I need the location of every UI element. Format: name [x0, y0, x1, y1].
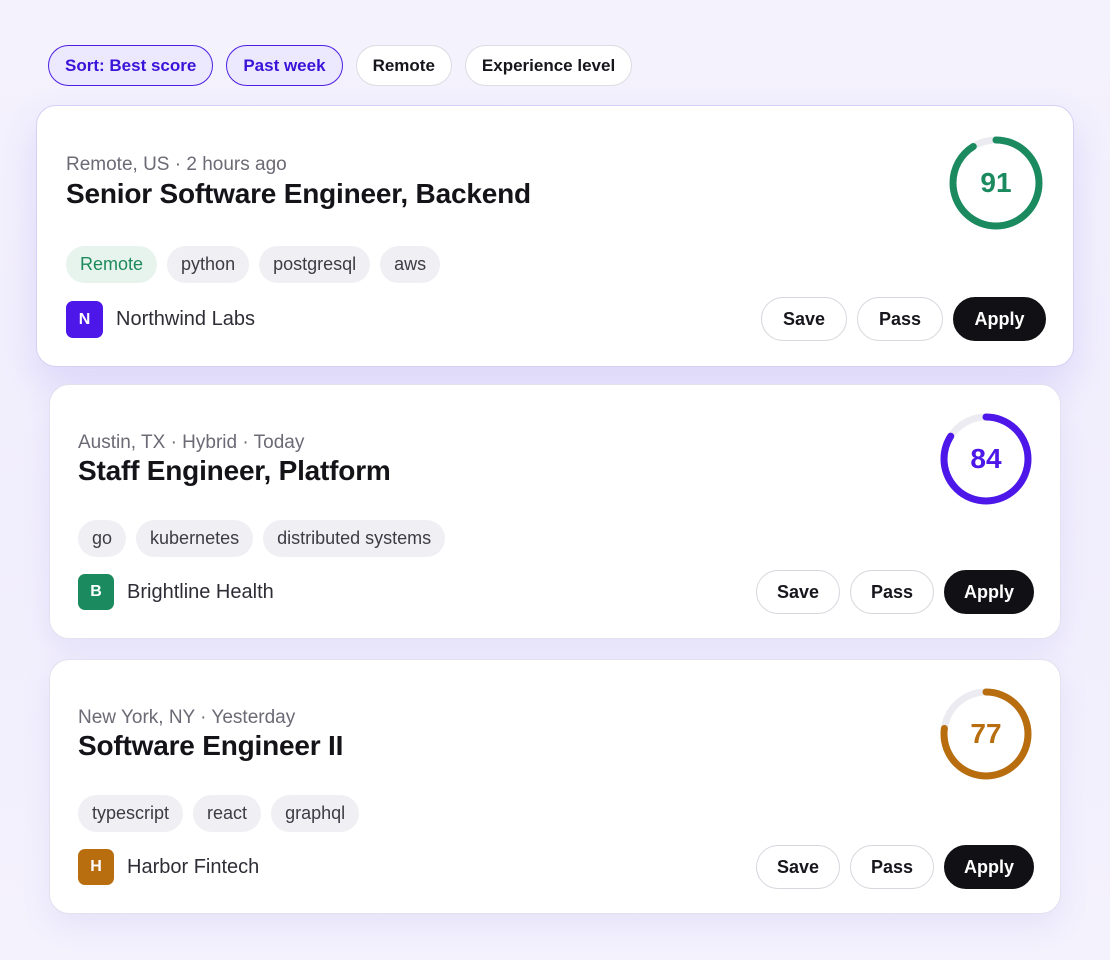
tag: kubernetes	[136, 520, 254, 557]
company-row: N Northwind Labs	[66, 301, 255, 338]
job-actions: Save Pass Apply	[761, 297, 1046, 341]
job-title[interactable]: Senior Software Engineer, Backend	[66, 178, 531, 210]
match-score-value: 84	[970, 443, 1002, 474]
tag-list: typescript react graphql	[78, 795, 360, 832]
job-actions: Save Pass Apply	[756, 570, 1034, 614]
company-row: H Harbor Fintech	[78, 849, 259, 885]
company-name[interactable]: Northwind Labs	[116, 308, 255, 331]
company-row: B Brightline Health	[78, 574, 274, 610]
tag: typescript	[78, 795, 184, 832]
job-title[interactable]: Staff Engineer, Platform	[78, 455, 391, 487]
pass-button[interactable]: Pass	[857, 297, 943, 341]
tag-list: go kubernetes distributed systems	[78, 520, 446, 557]
job-meta: Austin, TX · Hybrid · Today	[78, 432, 305, 453]
job-title[interactable]: Software Engineer II	[78, 730, 343, 762]
tag: postgresql	[259, 246, 371, 283]
company-logo: H	[78, 849, 114, 885]
save-button[interactable]: Save	[761, 297, 847, 341]
pass-button[interactable]: Pass	[850, 845, 934, 889]
match-score-value: 77	[970, 718, 1002, 749]
job-meta: Remote, US · 2 hours ago	[66, 154, 287, 175]
tag: distributed systems	[263, 520, 446, 557]
job-meta: New York, NY · Yesterday	[78, 707, 296, 728]
tag-remote: Remote	[66, 246, 158, 283]
job-card[interactable]: New York, NY · Yesterday Software Engine…	[49, 659, 1061, 914]
filter-sort-best-score[interactable]: Sort: Best score	[48, 45, 214, 86]
pass-button[interactable]: Pass	[850, 570, 934, 614]
filter-experience-level[interactable]: Experience level	[464, 45, 633, 86]
company-name[interactable]: Harbor Fintech	[127, 856, 259, 879]
filter-remote[interactable]: Remote	[355, 45, 452, 86]
job-card[interactable]: Austin, TX · Hybrid · Today Staff Engine…	[49, 384, 1061, 639]
company-name[interactable]: Brightline Health	[127, 581, 274, 604]
tag: graphql	[271, 795, 360, 832]
match-score-ring: 91	[947, 134, 1045, 232]
apply-button[interactable]: Apply	[944, 845, 1034, 889]
company-logo: B	[78, 574, 114, 610]
company-logo: N	[66, 301, 103, 338]
job-actions: Save Pass Apply	[756, 845, 1034, 889]
match-score-ring: 77	[938, 686, 1034, 782]
match-score-value: 91	[980, 167, 1012, 198]
job-card[interactable]: Remote, US · 2 hours ago Senior Software…	[36, 105, 1074, 367]
tag-list: Remote python postgresql aws	[66, 246, 441, 283]
save-button[interactable]: Save	[756, 845, 840, 889]
tag: aws	[380, 246, 441, 283]
tag: go	[78, 520, 127, 557]
apply-button[interactable]: Apply	[944, 570, 1034, 614]
filter-past-week[interactable]: Past week	[226, 45, 343, 86]
filter-bar: Sort: Best score Past week Remote Experi…	[48, 45, 633, 86]
tag: python	[167, 246, 250, 283]
apply-button[interactable]: Apply	[953, 297, 1046, 341]
save-button[interactable]: Save	[756, 570, 840, 614]
tag: react	[193, 795, 262, 832]
match-score-ring: 84	[938, 411, 1034, 507]
